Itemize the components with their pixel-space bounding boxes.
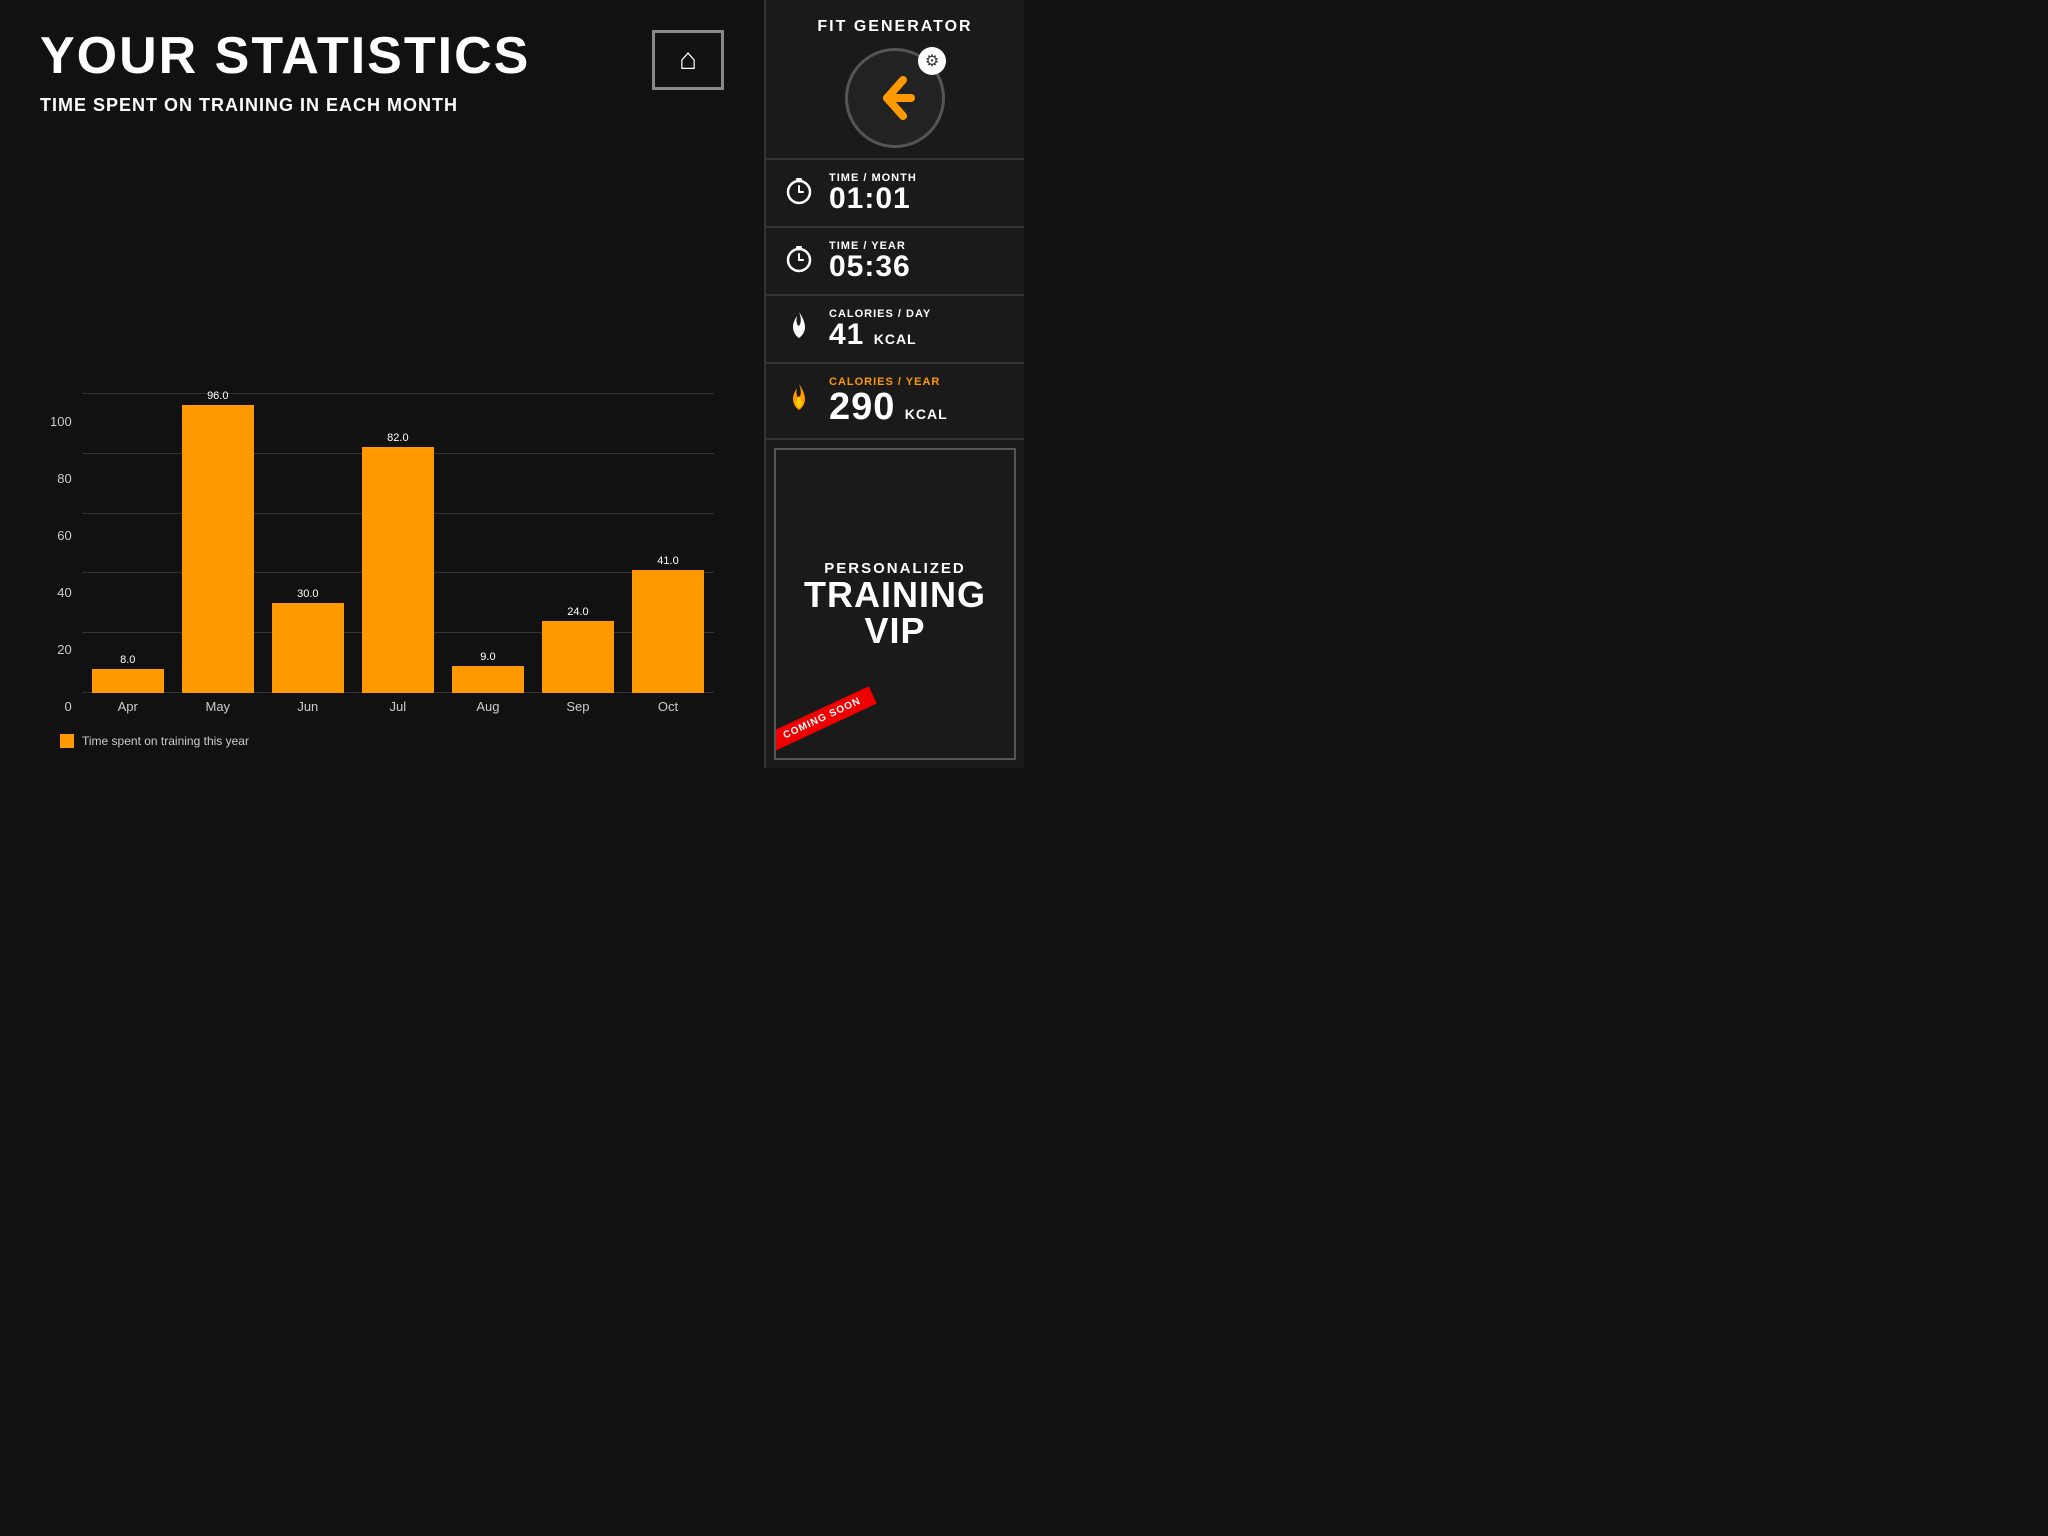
- vip-vip-text: VIP: [864, 613, 925, 649]
- y-label-0: 0: [50, 699, 72, 714]
- app-title: FIT GENERATOR: [781, 18, 1009, 36]
- chart-area: 100 80 60 40 20 0: [50, 146, 714, 714]
- bar-apr: [92, 669, 164, 693]
- logo-circle: ⚙: [845, 48, 945, 148]
- bar-group-oct: 41.0: [632, 555, 704, 693]
- logo-icon: [865, 68, 925, 128]
- page-title: YOUR STATISTICS: [40, 30, 530, 82]
- bar-value-aug: 9.0: [480, 651, 495, 663]
- y-label-100: 100: [50, 414, 72, 429]
- home-icon: ⌂: [679, 43, 697, 77]
- stat-value-cal-day: 41 KCAL: [829, 320, 1009, 350]
- bar-value-may: 96.0: [207, 390, 228, 402]
- stat-info-cal-year: CALORIES / YEAR 290 KCAL: [829, 376, 1009, 426]
- gear-icon: ⚙: [925, 51, 939, 71]
- x-labels: Apr May Jun Jul Aug Sep Oct: [82, 693, 714, 714]
- y-label-60: 60: [50, 528, 72, 543]
- chart-inner: 8.0 96.0 30.0: [82, 393, 714, 714]
- stat-info-time-year: TIME / YEAR 05:36: [829, 240, 1009, 282]
- stat-value-time-year: 05:36: [829, 252, 1009, 282]
- bar-value-oct: 41.0: [657, 555, 678, 567]
- bar-group-jun: 30.0: [272, 588, 344, 693]
- stat-row-time-month: TIME / MONTH 01:01: [766, 160, 1024, 228]
- bar-aug: [452, 666, 524, 693]
- stat-row-cal-year: CALORIES / YEAR 290 KCAL: [766, 364, 1024, 440]
- bar-jun: [272, 603, 344, 693]
- x-label-oct: Oct: [632, 699, 704, 714]
- stat-info-cal-day: CALORIES / DAY 41 KCAL: [829, 308, 1009, 350]
- bar-group-aug: 9.0: [452, 651, 524, 693]
- bar-sep: [542, 621, 614, 693]
- bar-group-sep: 24.0: [542, 606, 614, 693]
- bar-value-jul: 82.0: [387, 432, 408, 444]
- stat-info-time-month: TIME / MONTH 01:01: [829, 172, 1009, 214]
- sidebar: FIT GENERATOR ⚙ TIME / MONTH: [764, 0, 1024, 768]
- y-axis: 100 80 60 40 20 0: [50, 414, 72, 714]
- header-row: YOUR STATISTICS ⌂: [40, 30, 724, 90]
- stat-row-cal-day: CALORIES / DAY 41 KCAL: [766, 296, 1024, 364]
- chart-grid-bars: 8.0 96.0 30.0: [82, 393, 714, 693]
- home-button[interactable]: ⌂: [652, 30, 724, 90]
- x-label-may: May: [182, 699, 254, 714]
- gear-badge[interactable]: ⚙: [918, 47, 946, 75]
- bar-oct: [632, 570, 704, 693]
- x-label-apr: Apr: [92, 699, 164, 714]
- x-label-jun: Jun: [272, 699, 344, 714]
- flame-icon-day: [781, 310, 817, 349]
- stat-value-time-month: 01:01: [829, 184, 1009, 214]
- bar-jul: [362, 447, 434, 693]
- coming-soon-badge: COMING SOON: [774, 686, 877, 751]
- x-label-jul: Jul: [362, 699, 434, 714]
- legend-color-box: [60, 734, 74, 748]
- bar-group-jul: 82.0: [362, 432, 434, 693]
- y-label-40: 40: [50, 585, 72, 600]
- stopwatch-icon-month: [781, 174, 817, 213]
- legend-label: Time spent on training this year: [82, 734, 249, 748]
- flame-icon-year: [781, 382, 817, 421]
- chart-container: 100 80 60 40 20 0: [40, 146, 724, 748]
- bar-value-apr: 8.0: [120, 654, 135, 666]
- chart-legend: Time spent on training this year: [50, 734, 714, 748]
- y-label-80: 80: [50, 471, 72, 486]
- bar-group-apr: 8.0: [92, 654, 164, 693]
- stat-value-cal-year: 290 KCAL: [829, 388, 1009, 426]
- x-label-aug: Aug: [452, 699, 524, 714]
- stopwatch-icon-year: [781, 242, 817, 281]
- chart-subtitle: TIME SPENT ON TRAINING IN EACH MONTH: [40, 95, 724, 116]
- main-area: YOUR STATISTICS ⌂ TIME SPENT ON TRAINING…: [0, 0, 764, 768]
- x-label-sep: Sep: [542, 699, 614, 714]
- vip-training-text: TRAINING: [804, 577, 986, 613]
- bar-value-sep: 24.0: [567, 606, 588, 618]
- y-label-20: 20: [50, 642, 72, 657]
- bar-may: [182, 405, 254, 693]
- stat-row-time-year: TIME / YEAR 05:36: [766, 228, 1024, 296]
- bar-group-may: 96.0: [182, 390, 254, 693]
- vip-banner[interactable]: PERSONALIZED TRAINING VIP COMING SOON: [774, 448, 1016, 760]
- sidebar-header: FIT GENERATOR ⚙: [766, 0, 1024, 160]
- bar-value-jun: 30.0: [297, 588, 318, 600]
- bars-row: 8.0 96.0 30.0: [82, 393, 714, 693]
